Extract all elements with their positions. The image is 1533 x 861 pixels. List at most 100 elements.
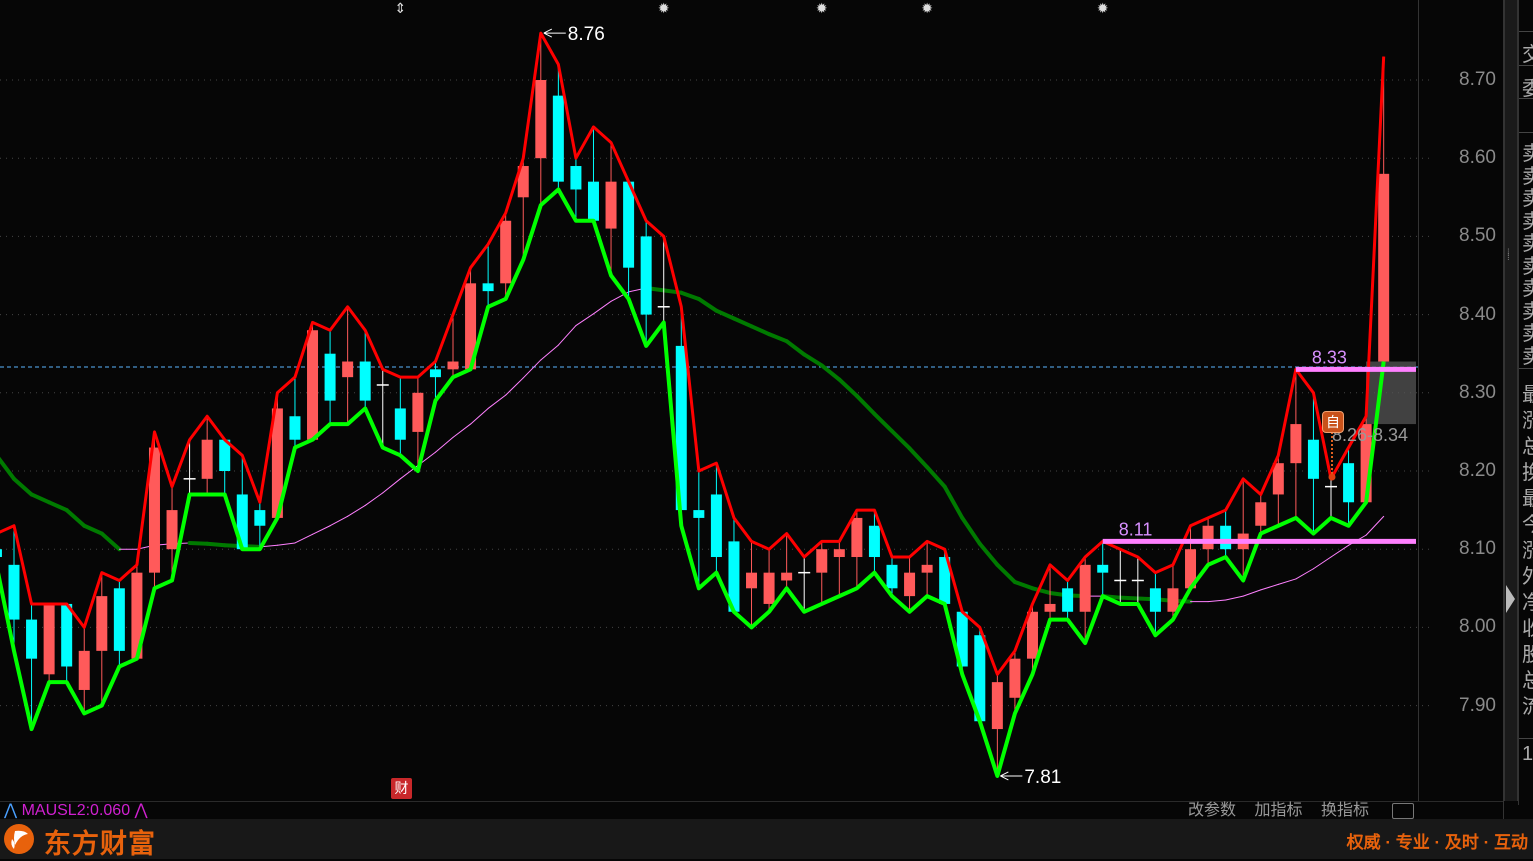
moving-average-segment [592, 300, 612, 315]
moving-average-segment [347, 504, 366, 517]
candle-body [587, 181, 599, 221]
candle-body [1220, 525, 1232, 550]
moving-average-segment [767, 332, 789, 344]
self-note-badge[interactable]: 自 [1322, 411, 1344, 433]
candle [851, 510, 863, 589]
candle-body [1149, 588, 1161, 612]
candle-body [710, 494, 722, 558]
candle-body [851, 517, 863, 558]
moving-average-segment [995, 562, 1017, 585]
side-panel-label: 最 [1522, 378, 1533, 407]
event-marker-icon[interactable]: ✹ [816, 0, 828, 17]
panel-splitter[interactable]: ⁞ ⁞ [1504, 0, 1518, 801]
side-panel-label: 涨 [1522, 404, 1533, 433]
candle [324, 330, 336, 425]
moving-average-segment [942, 484, 965, 520]
moving-average-segment [977, 541, 1000, 567]
side-panel-label: 流 [1522, 690, 1533, 719]
candle-body [746, 572, 758, 589]
moving-average-segment [12, 476, 34, 497]
axis-tick-label: 7.90 [1459, 694, 1496, 716]
candle [113, 580, 125, 667]
moving-average-segment [1242, 589, 1262, 597]
candle [587, 126, 599, 221]
indicator-tools: 改参数 加指标 换指标 [1188, 802, 1383, 819]
moving-average-segment [837, 377, 859, 398]
moving-average-segment [1207, 599, 1227, 603]
side-panel-label: 卖 [1522, 340, 1533, 369]
candle-body [623, 181, 635, 268]
candle-body [1079, 564, 1091, 612]
candle [289, 377, 301, 448]
moving-average-segment [329, 515, 349, 527]
edit-params-button[interactable]: 改参数 [1188, 802, 1236, 819]
candle-body [833, 549, 845, 558]
side-panel-label: 涨 [1522, 534, 1533, 563]
candle-body [868, 525, 880, 558]
candle-body [1343, 463, 1355, 503]
indicator-toggle-button[interactable] [1392, 803, 1414, 819]
candle-body [394, 408, 406, 440]
event-marker-icon[interactable]: ⇕ [394, 0, 406, 17]
candle [623, 181, 635, 299]
candle [746, 541, 758, 628]
finance-event-badge[interactable]: 财 [391, 778, 412, 799]
axis-tick-label: 8.70 [1459, 69, 1496, 90]
side-panel-divider [1519, 31, 1533, 32]
moving-average-segment [505, 377, 524, 396]
side-panel-label: 总 [1522, 664, 1533, 693]
side-panel-label: 外 [1522, 560, 1533, 589]
collapse-arrow-icon[interactable] [1506, 585, 1515, 613]
candle-body [1272, 463, 1284, 495]
candle [833, 541, 845, 597]
candle-body [921, 564, 933, 573]
side-panel-divider [1519, 738, 1533, 739]
candle [307, 322, 319, 440]
moving-average-segment [854, 393, 877, 416]
candle [1062, 580, 1074, 620]
candle-body [1009, 658, 1021, 698]
grip-handle-icon[interactable]: ⁞ ⁞ [1507, 249, 1510, 263]
candle [1255, 494, 1267, 534]
side-panel-label: 今 [1522, 508, 1533, 537]
moving-average-segment [1277, 578, 1297, 585]
candlestick-chart[interactable]: 8.338.118.767.818.26-8.34 [0, 0, 1503, 805]
event-marker-icon[interactable]: ✹ [921, 0, 933, 17]
moving-average-segment [1225, 595, 1244, 601]
indicator-name[interactable]: ⋀ MAUSL2:0.060 ⋀ [4, 802, 148, 819]
candle-body [324, 353, 336, 401]
event-marker-icon[interactable]: ✹ [1097, 0, 1109, 17]
quote-side-panel: 交委卖卖卖卖卖卖卖卖卖卖最涨总换最今涨外净收股总流1 [1518, 0, 1533, 805]
event-marker-icon[interactable]: ✹ [658, 0, 670, 17]
axis-tick-label: 8.50 [1459, 225, 1496, 247]
candle-body [201, 439, 213, 479]
candle [43, 603, 55, 683]
moving-average-segment [784, 339, 807, 357]
switch-indicator-button[interactable]: 换指标 [1321, 802, 1369, 819]
side-panel-label: 总 [1522, 430, 1533, 459]
candle-body [500, 220, 512, 284]
candle [904, 557, 916, 612]
moving-average-segment [819, 363, 842, 382]
candle-body [1307, 439, 1319, 479]
add-indicator-button[interactable]: 加指标 [1254, 802, 1302, 819]
moving-average-segment [82, 523, 104, 536]
moving-average-segment [1312, 556, 1332, 570]
candle-body [1202, 525, 1214, 550]
moving-average-segment [29, 492, 52, 505]
candle [1220, 510, 1232, 558]
candle [763, 549, 775, 612]
candle-body [78, 650, 90, 690]
moving-average-segment [1365, 515, 1385, 536]
upper-band-line [0, 31, 1386, 676]
candle-body [412, 392, 424, 432]
candle [1343, 447, 1355, 526]
side-panel-label: 收 [1522, 612, 1533, 641]
moving-average-segment [522, 359, 542, 379]
moving-average-segment [205, 541, 227, 548]
moving-average-segment [907, 446, 930, 470]
candle-body [113, 588, 125, 651]
extreme-arrow-icon [1000, 771, 1023, 781]
level-label: 8.11 [1119, 519, 1153, 539]
indicator-arrow-icon: ⋀ [4, 802, 18, 819]
